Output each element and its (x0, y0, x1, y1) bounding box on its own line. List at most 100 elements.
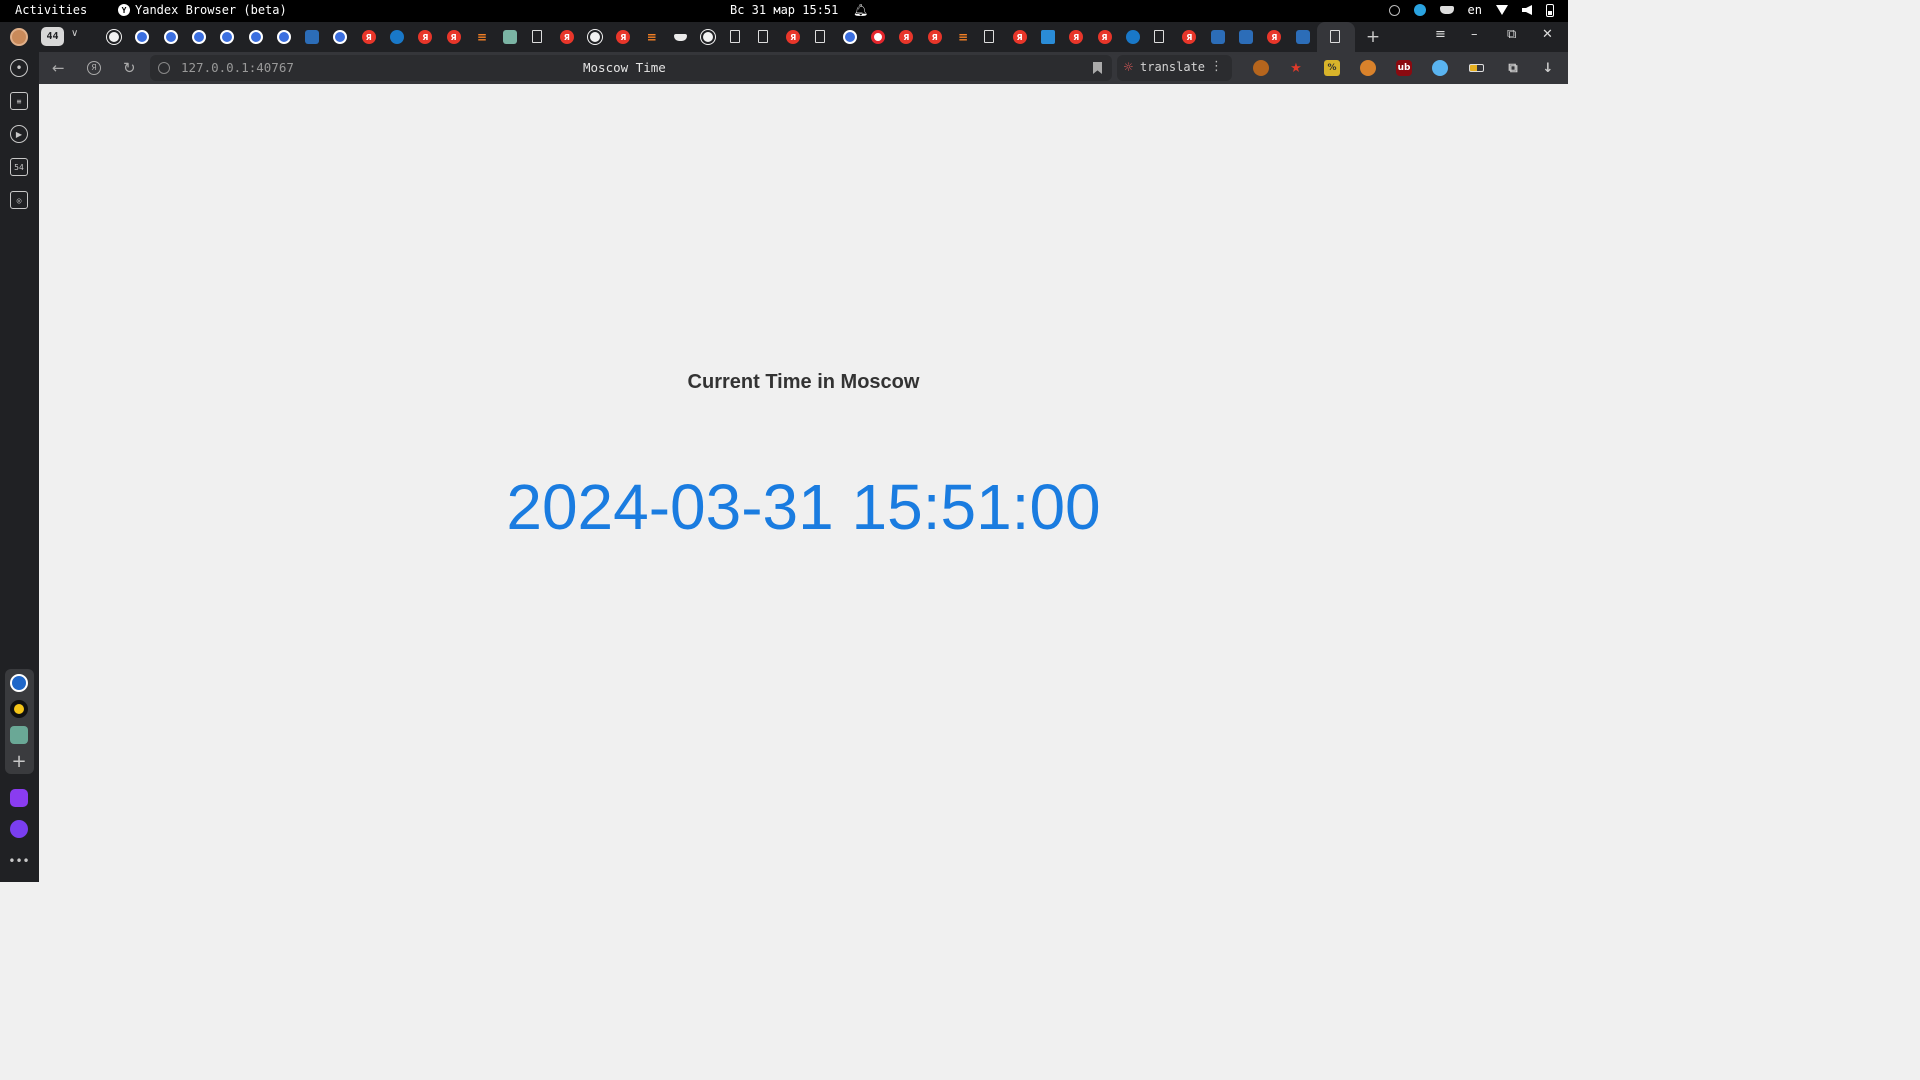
status-circle-icon[interactable] (1388, 4, 1400, 16)
translate-label: translate (1140, 60, 1206, 74)
tab-document-icon[interactable] (814, 30, 825, 43)
activities-button[interactable]: Activities (15, 3, 87, 17)
notification-bell-icon[interactable]: 🔔︎ (853, 3, 868, 17)
collections-icon[interactable]: ≡ (10, 92, 28, 110)
back-arrow-icon[interactable]: ← (52, 59, 65, 77)
chevron-down-icon[interactable]: ∨ (71, 28, 78, 39)
tab-document-icon[interactable] (1154, 30, 1165, 43)
tab-document-icon[interactable] (729, 30, 740, 43)
translate-icon: ☼ (1123, 60, 1134, 74)
alice-assistant-icon[interactable] (10, 820, 28, 838)
tab-kubernetes-icon[interactable] (248, 30, 263, 44)
tab-docker-icon[interactable] (673, 30, 687, 44)
tab-edge-icon[interactable] (1125, 30, 1140, 44)
tab-kubernetes-icon[interactable] (333, 30, 348, 44)
tab-document-icon[interactable] (984, 30, 995, 43)
speedtest-app-icon[interactable] (10, 674, 28, 692)
app-menu[interactable]: Y Yandex Browser (beta) (118, 3, 287, 17)
address-bar[interactable]: 127.0.0.1:40767 Moscow Time (150, 55, 1112, 81)
tab-yandex-icon[interactable]: Я (1012, 30, 1027, 44)
profile-avatar[interactable] (10, 28, 28, 46)
minimize-icon[interactable]: – (1471, 27, 1478, 42)
tab-document-icon[interactable] (757, 30, 768, 43)
restore-icon[interactable]: ⧉ (1507, 27, 1516, 42)
rocket-extension-icon[interactable]: ★ (1288, 60, 1304, 76)
tab-stackoverflow-icon[interactable]: ≡ (956, 30, 970, 44)
new-tab-button[interactable]: + (1365, 27, 1381, 47)
tab-kubernetes-icon[interactable] (220, 30, 235, 44)
tab-github-icon[interactable] (107, 30, 121, 44)
telegram-icon[interactable] (1413, 4, 1426, 16)
history-icon[interactable]: • (10, 59, 28, 77)
screenshot-icon[interactable]: ◎ (10, 191, 28, 209)
volume-icon[interactable] (1522, 5, 1532, 15)
tab-ubuntu-icon[interactable] (1210, 30, 1225, 44)
counter-54-icon[interactable]: 54 (10, 158, 28, 176)
system-clock[interactable]: Вс 31 мар 15:51 (730, 3, 838, 17)
tab-yandex-icon[interactable]: Я (1097, 30, 1112, 44)
tab-kubernetes-icon[interactable] (163, 30, 178, 44)
tab-github-icon[interactable] (588, 30, 603, 44)
tab-ubuntu-icon[interactable] (305, 30, 320, 44)
more-vert-icon[interactable]: ⋮ (1210, 59, 1223, 74)
tab-yandex-icon[interactable]: Я (361, 30, 376, 44)
tab-github-icon[interactable] (701, 30, 716, 44)
extensions-icon[interactable]: ⧉ (1505, 60, 1521, 76)
tab-yandex-icon[interactable]: Я (616, 30, 631, 44)
menu-icon[interactable]: ≡ (1435, 27, 1446, 42)
battery-extension-icon[interactable] (1468, 60, 1484, 76)
tab-yandex-icon[interactable]: Я (418, 30, 433, 44)
tab-kubernetes-icon[interactable] (276, 30, 291, 44)
tab-yandex-icon[interactable]: Я (559, 30, 574, 44)
system-tray: en (1388, 3, 1554, 17)
blue-circle-extension-icon[interactable] (1432, 60, 1448, 76)
tab-kubernetes-icon[interactable] (135, 30, 150, 44)
bookmark-icon[interactable] (1093, 62, 1102, 74)
tab-yandex-icon[interactable]: Я (1267, 30, 1282, 44)
download-icon[interactable]: ↓ (1540, 60, 1556, 76)
bear-extension-icon[interactable] (1360, 60, 1376, 76)
ublock-extension-icon[interactable]: ub (1396, 60, 1412, 76)
tab-stackoverflow-icon[interactable]: ≡ (475, 30, 489, 44)
tab-yandex-icon[interactable]: Я (1182, 30, 1197, 44)
chatgpt-app-icon[interactable] (10, 726, 28, 744)
tab-yandex-icon[interactable]: Я (786, 30, 801, 44)
tab-ubuntu-icon[interactable] (1239, 30, 1253, 44)
docker-icon[interactable] (1439, 6, 1454, 14)
tab-active[interactable] (1317, 22, 1355, 52)
tab-yandex-icon[interactable]: Я (446, 30, 461, 44)
url-text: 127.0.0.1:40767 (181, 60, 294, 75)
page-heading: Current Time in Moscow (687, 371, 920, 393)
more-icon[interactable]: ••• (8, 852, 29, 870)
wifi-icon[interactable] (1496, 5, 1508, 15)
yandex-home-icon[interactable]: Я (87, 61, 101, 75)
tab-chatgpt-icon[interactable] (503, 30, 518, 44)
tab-kubernetes-icon[interactable] (842, 30, 857, 44)
tab-count-badge[interactable]: 44 (41, 27, 64, 46)
tab-yandex-icon[interactable]: Я (927, 30, 942, 44)
messenger-app-icon[interactable] (10, 789, 28, 807)
tab-stackoverflow-icon[interactable]: ≡ (645, 30, 659, 44)
tab-yandex-icon[interactable]: Я (899, 30, 914, 44)
tab-ring-icon[interactable] (871, 30, 886, 44)
add-app-icon[interactable]: + (10, 751, 28, 772)
connection-info-icon[interactable] (158, 62, 170, 74)
keyboard-language[interactable]: en (1468, 3, 1482, 17)
tab-yandex-icon[interactable]: Я (1069, 30, 1084, 44)
tab-ubuntu-icon[interactable] (1295, 30, 1310, 44)
battery-icon[interactable] (1546, 3, 1554, 17)
yandex-browser-icon: Y (118, 4, 130, 16)
page-title: Moscow Time (583, 60, 666, 75)
browser-toolbar: ← Я ↻ 127.0.0.1:40767 Moscow Time ☼ tran… (39, 52, 1568, 84)
translate-button[interactable]: ☼ translate ⋮ (1117, 55, 1232, 81)
percent-extension-icon[interactable]: % (1324, 60, 1340, 76)
tab-tld-icon[interactable] (1040, 30, 1055, 44)
reload-icon[interactable]: ↻ (123, 59, 136, 77)
cookie-extension-icon[interactable] (1253, 60, 1269, 76)
tab-edge-icon[interactable] (390, 30, 404, 44)
tab-document-icon[interactable] (531, 30, 542, 43)
sun-app-icon[interactable] (10, 700, 28, 718)
tab-kubernetes-icon[interactable] (191, 30, 206, 44)
play-icon[interactable]: ▶ (10, 125, 28, 143)
close-icon[interactable]: ✕ (1542, 27, 1553, 42)
